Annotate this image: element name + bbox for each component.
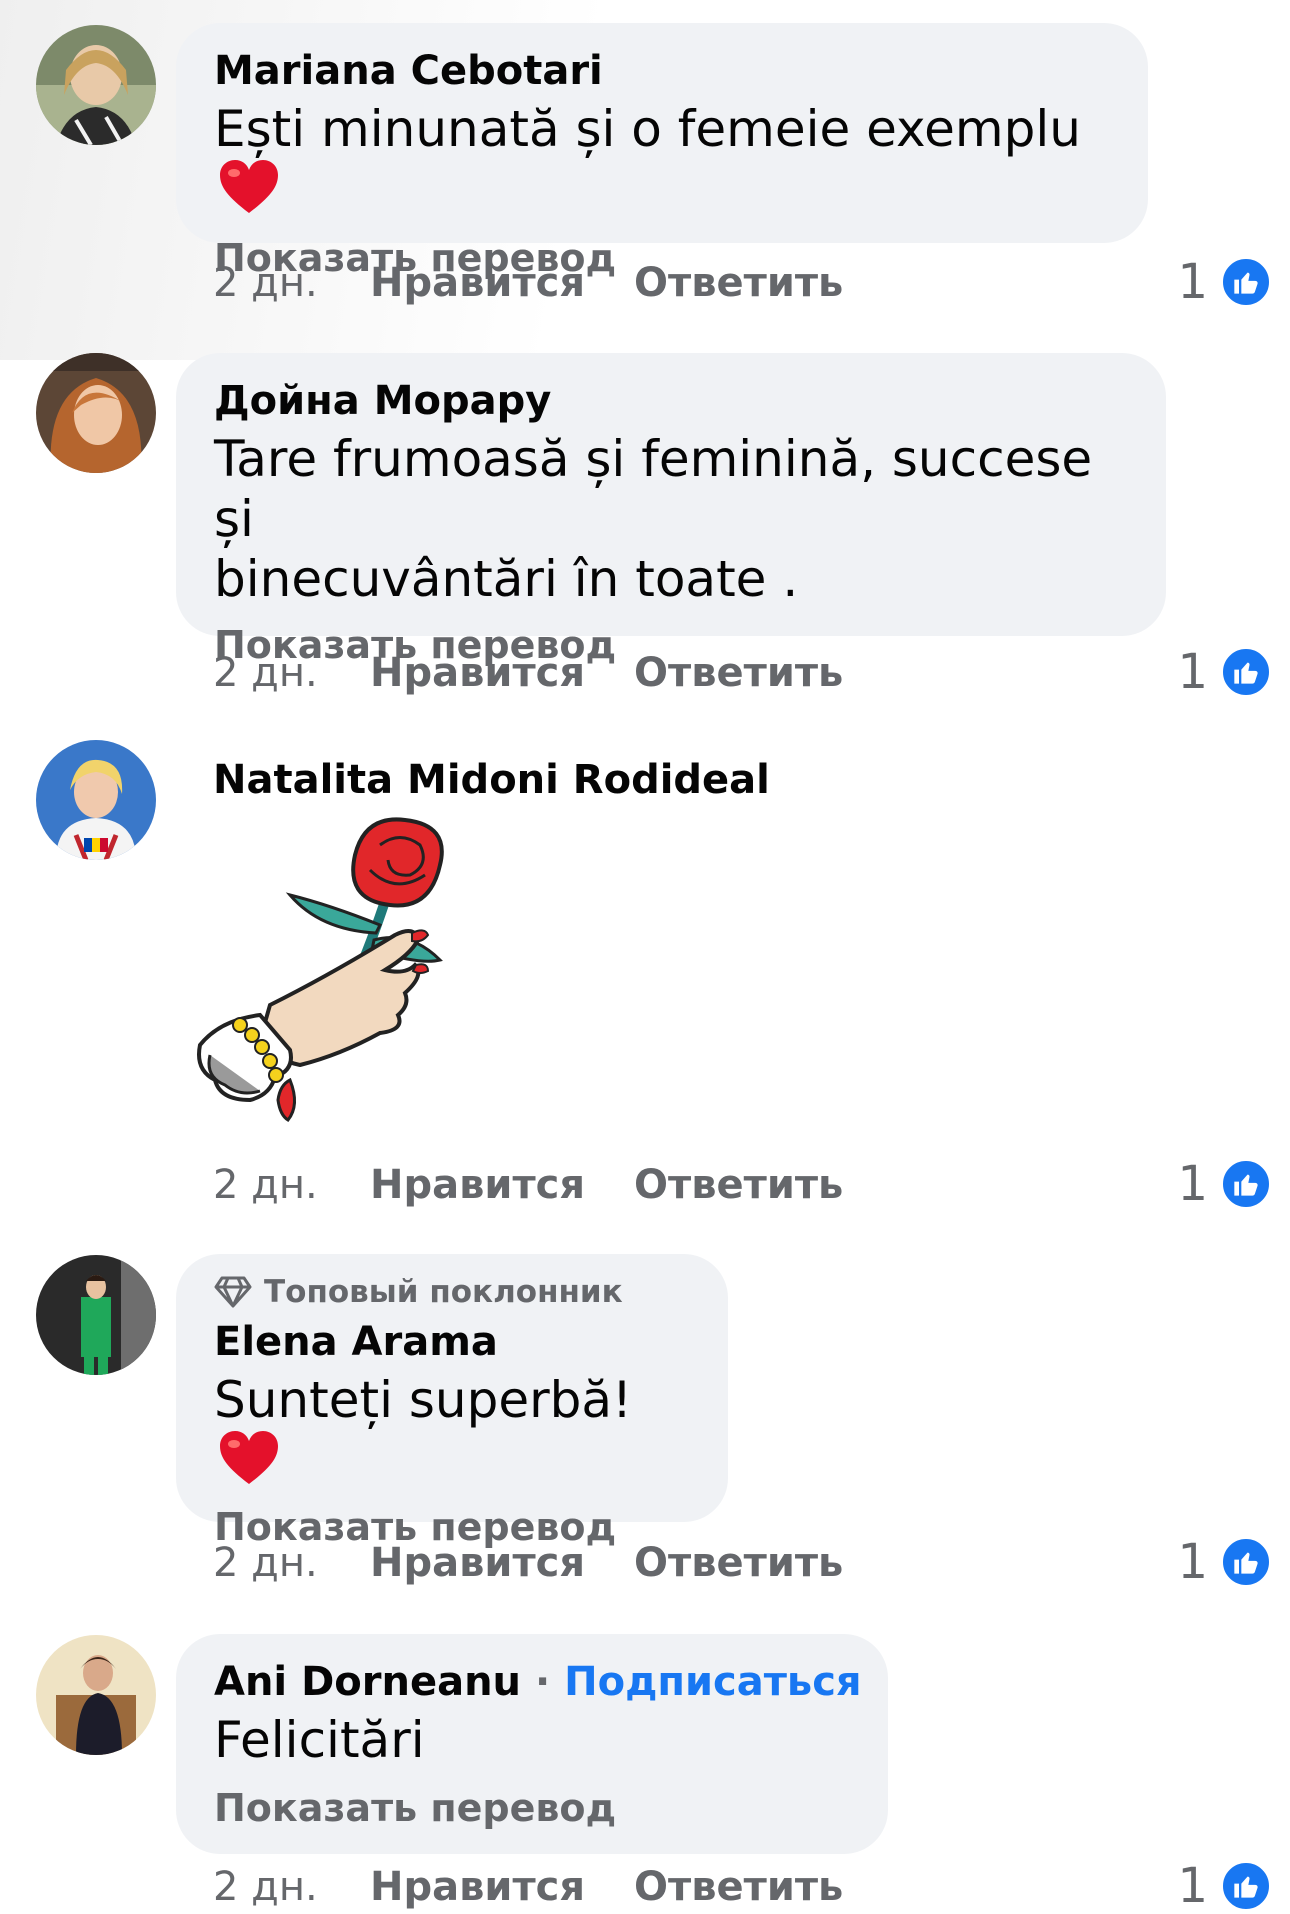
avatar[interactable] [36, 1255, 156, 1375]
separator-dot: · [534, 1659, 551, 1705]
comment-author[interactable]: Ani Dorneanu [214, 1659, 521, 1705]
avatar[interactable] [36, 1635, 156, 1755]
thumbs-up-icon [1220, 1860, 1272, 1912]
diamond-icon [214, 1276, 252, 1308]
comment-actions: 2 дн. Нравится Ответить [213, 648, 843, 698]
comment-author[interactable]: Natalita Midoni Rodideal [213, 752, 770, 808]
avatar[interactable] [36, 353, 156, 473]
like-button[interactable]: Нравится [370, 1862, 634, 1912]
reply-button[interactable]: Ответить [634, 1538, 843, 1588]
reaction-summary[interactable]: 1 [1177, 254, 1272, 310]
avatar[interactable] [36, 25, 156, 145]
comment-text: Ești minunată și o femeie exemplu [214, 99, 1110, 220]
thumbs-up-icon [1220, 1536, 1272, 1588]
heart-emoji-icon [220, 160, 278, 213]
avatar[interactable] [36, 740, 156, 860]
reaction-summary[interactable]: 1 [1177, 1534, 1272, 1590]
comment-text-content: Sunteți superbă! [214, 1371, 633, 1429]
comment-time: 2 дн. [213, 260, 318, 306]
comment-bubble: Ani Dorneanu · Подписаться Felicitări По… [176, 1634, 888, 1854]
comment-time: 2 дн. [213, 650, 318, 696]
reaction-summary[interactable]: 1 [1177, 1156, 1272, 1212]
comment-actions: 2 дн. Нравится Ответить [213, 258, 843, 308]
top-fan-label: Топовый поклонник [264, 1274, 623, 1310]
reaction-count: 1 [1177, 1156, 1208, 1212]
comment-actions: 2 дн. Нравится Ответить [213, 1538, 843, 1588]
comment-time: 2 дн. [213, 1864, 318, 1910]
reaction-count: 1 [1177, 1858, 1208, 1914]
comment-actions: 2 дн. Нравится Ответить [213, 1862, 843, 1912]
like-button[interactable]: Нравится [370, 258, 634, 308]
comment-text-line: binecuvântări în toate . [214, 550, 799, 608]
reaction-count: 1 [1177, 644, 1208, 700]
thumbs-up-icon [1220, 646, 1272, 698]
reaction-count: 1 [1177, 254, 1208, 310]
like-button[interactable]: Нравится [370, 648, 634, 698]
comment-time: 2 дн. [213, 1540, 318, 1586]
comment-text-content: Ești minunată și o femeie exemplu [214, 100, 1081, 158]
show-translation-link[interactable]: Показать перевод [214, 1778, 850, 1838]
comment-text-line: Tare frumoasă și feminină, succese și [214, 430, 1093, 548]
like-button[interactable]: Нравится [370, 1160, 634, 1210]
heart-emoji-icon [220, 1431, 278, 1484]
comment-author[interactable]: Elena Arama [214, 1314, 690, 1370]
reaction-summary[interactable]: 1 [1177, 644, 1272, 700]
reply-button[interactable]: Ответить [634, 1862, 843, 1912]
follow-button[interactable]: Подписаться [564, 1659, 862, 1705]
reaction-summary[interactable]: 1 [1177, 1858, 1272, 1914]
comment-time: 2 дн. [213, 1162, 318, 1208]
comment-author-line: Ani Dorneanu · Подписаться [214, 1654, 862, 1710]
thumbs-up-icon [1220, 256, 1272, 308]
reply-button[interactable]: Ответить [634, 1160, 843, 1210]
comment-bubble: Топовый поклонник Elena Arama Sunteți su… [176, 1254, 728, 1549]
top-fan-badge: Топовый поклонник [214, 1270, 690, 1314]
like-button[interactable]: Нравится [370, 1538, 634, 1588]
reply-button[interactable]: Ответить [634, 258, 843, 308]
comment-bubble: Дойна Морару Tare frumoasă și feminină, … [176, 353, 1166, 667]
thumbs-up-icon [1220, 1158, 1272, 1210]
comment-text: Sunteți superbă! [214, 1370, 690, 1491]
comment-author[interactable]: Mariana Cebotari [214, 43, 1110, 99]
rose-in-hand-sticker[interactable] [180, 815, 500, 1135]
comment-actions: 2 дн. Нравится Ответить [213, 1160, 843, 1210]
reply-button[interactable]: Ответить [634, 648, 843, 698]
reaction-count: 1 [1177, 1534, 1208, 1590]
comment-text: Felicitări [214, 1711, 425, 1769]
comment-author[interactable]: Дойна Морару [214, 373, 1128, 429]
comment-bubble: Mariana Cebotari Ești minunată și o feme… [176, 23, 1148, 280]
